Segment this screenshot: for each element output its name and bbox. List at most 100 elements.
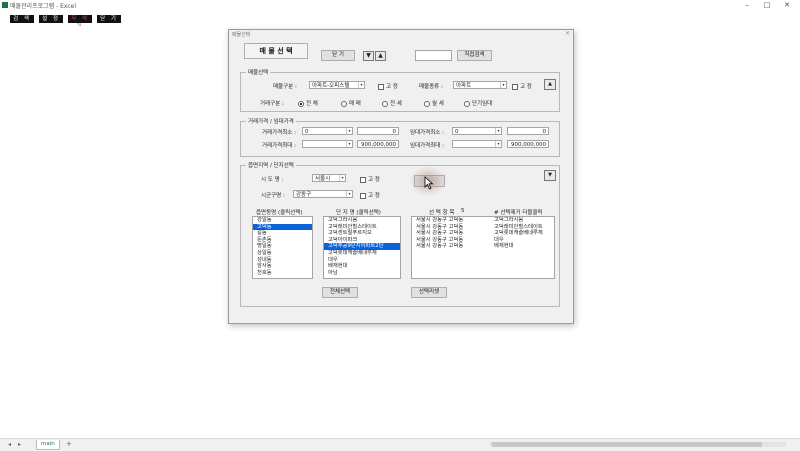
complex-header: 단 지 명 (클릭선택) — [336, 210, 381, 216]
radio-icon[interactable] — [341, 100, 347, 107]
price-max-combo[interactable]: ▾ — [302, 140, 353, 148]
checkbox-icon[interactable] — [360, 176, 366, 183]
district-fixed-checkbox[interactable]: 고 정 — [360, 191, 380, 199]
down-arrow-button[interactable]: ▼ — [363, 51, 374, 61]
city-fixed-checkbox[interactable]: 고 정 — [360, 175, 380, 183]
deal-sale-radio[interactable]: 매 매 — [341, 99, 361, 107]
deal-short-radio[interactable]: 단기임대 — [464, 99, 492, 107]
selected-row[interactable]: 서울시 강동구 고덕동 배재현대 — [412, 243, 554, 250]
deal-all-radio[interactable]: 전 체 — [298, 99, 318, 107]
close-window-icon[interactable]: ✕ — [780, 0, 794, 10]
dong-list-item[interactable]: 상일동 — [253, 250, 312, 257]
chevron-down-icon[interactable]: ▾ — [500, 82, 506, 88]
complex-list-item[interactable]: 아남 — [324, 270, 400, 277]
selected-list[interactable]: 서울시 강동구 고덕동 고덕그라시움 서울시 강동구 고덕동 고덕래미안힐스테이트 서울… — [411, 216, 555, 279]
selected-complex: 고덕롯데캐슬베네루체 — [494, 230, 543, 237]
kind-fixed-checkbox[interactable]: 고 정 — [512, 82, 532, 90]
minimize-icon[interactable]: – — [740, 0, 754, 10]
selected-complex: 고덕그라시움 — [494, 217, 524, 223]
select-all-button[interactable]: 전체선택 — [322, 287, 358, 298]
chevron-down-icon[interactable]: ▾ — [495, 128, 501, 134]
prev-sheet-icon[interactable]: ◂ — [8, 441, 11, 448]
type-fixed-checkbox[interactable]: 고 정 — [378, 82, 398, 90]
rent-max-input[interactable]: 900,000,000 — [507, 140, 549, 148]
price-min-combo[interactable]: 0 ▾ — [302, 127, 353, 135]
down-arrow-button[interactable]: ▼ — [544, 170, 556, 181]
scrollbar-thumb[interactable] — [492, 442, 762, 447]
radio-icon[interactable] — [382, 100, 388, 107]
chevron-down-icon[interactable]: ▾ — [346, 141, 352, 147]
complex-list-item[interactable]: 고덕주공9단지아파트2단 — [324, 243, 400, 250]
city-combo[interactable]: 서울시 ▾ — [312, 174, 346, 182]
complex-list-item[interactable]: 배재현대 — [324, 263, 400, 270]
next-sheet-icon[interactable]: ▸ — [18, 441, 21, 448]
dialog-close-icon[interactable]: ✕ — [565, 30, 570, 37]
radio-icon[interactable] — [424, 100, 430, 107]
deal-jeonse-radio[interactable]: 전 세 — [382, 99, 402, 107]
close-button[interactable]: 닫 기 — [321, 50, 355, 61]
checkbox-icon[interactable] — [512, 83, 518, 90]
dong-list-item[interactable]: 암사동 — [253, 263, 312, 270]
chevron-down-icon[interactable]: ▾ — [358, 82, 364, 88]
direct-search-input[interactable] — [415, 50, 452, 61]
selected-row[interactable]: 서울시 강동구 고덕동 고덕롯데캐슬베네루체 — [412, 230, 554, 237]
district-label: 시군구명 : — [261, 193, 285, 199]
radio-icon[interactable] — [464, 100, 470, 107]
up-arrow-button[interactable]: ▲ — [375, 51, 386, 61]
app-title-bar: 매물관리프로그램 - Excel – □ ✕ — [0, 0, 800, 10]
price-max-label: 거래가격최대 : — [262, 143, 296, 149]
rent-min-combo[interactable]: 0 ▾ — [452, 127, 502, 135]
dong-list-item[interactable]: 천호동 — [253, 270, 312, 277]
reset-selection-button[interactable]: 선택리셋 — [411, 287, 447, 298]
rent-max-label: 임대가격최대 : — [410, 143, 444, 149]
dong-list-item[interactable]: 강일동 — [253, 217, 312, 224]
complex-list-item[interactable]: 고덕센트럴푸르지오 — [324, 230, 400, 237]
maximize-icon[interactable]: □ — [760, 0, 774, 10]
chevron-down-icon[interactable]: ▾ — [346, 128, 352, 134]
chevron-down-icon[interactable]: ▾ — [339, 175, 345, 181]
search-toolbar-button[interactable]: 검 색 — [10, 15, 34, 23]
kind-label: 매물종류 : — [419, 84, 443, 90]
radio-icon[interactable] — [298, 100, 304, 107]
complex-list-item[interactable]: 고덕롯데캐슬베네루체 — [324, 250, 400, 257]
complex-list[interactable]: 고덕그라시움 고덕래미안힐스테이트 고덕센트럴푸르지오 고덕아이파크 고덕주공9단지아파… — [323, 216, 401, 279]
checkbox-icon[interactable] — [360, 192, 366, 199]
close-toolbar-button[interactable]: 닫 기 — [97, 15, 121, 23]
direct-search-button[interactable]: 직접검색 — [457, 50, 492, 61]
dong-list[interactable]: 강일동 고덕동 길동 둔촌동 명일동 상일동 성내동 암사동 천호동 — [252, 216, 313, 279]
dong-list-item[interactable]: 길동 — [253, 230, 312, 237]
price-min-input[interactable]: 0 — [357, 127, 399, 135]
deal-label: 거래구분 : — [260, 101, 284, 107]
mouse-cursor-icon — [424, 176, 434, 190]
price-max-input[interactable]: 900,000,000 — [357, 140, 399, 148]
city-label: 시 도 명 : — [261, 177, 284, 183]
type-combo[interactable]: 아파트-오피스텔 ▾ — [309, 81, 365, 89]
chevron-down-icon[interactable]: ▾ — [346, 191, 352, 197]
horizontal-scrollbar[interactable] — [490, 442, 786, 447]
radio-label: 전 세 — [390, 101, 402, 107]
district-combo[interactable]: 강동구 ▾ — [293, 190, 353, 198]
rent-min-input[interactable]: 0 — [507, 127, 549, 135]
deal-monthly-radio[interactable]: 월 세 — [424, 99, 444, 107]
complex-list-item[interactable]: 고덕그라시움 — [324, 217, 400, 224]
radio-label: 월 세 — [432, 101, 444, 107]
settings-toolbar-button[interactable]: 설 정 — [39, 15, 63, 23]
magnet-toolbar-button[interactable]: 자 석 관 — [68, 15, 92, 30]
sheet-tab-main[interactable]: main — [36, 440, 60, 450]
price-frame-label: 거래가격 / 임대가격 — [246, 117, 296, 125]
city-value: 서울시 — [315, 176, 331, 182]
selected-items-header: 선 택 항 목 — [429, 210, 455, 216]
kind-combo[interactable]: 아파트 ▾ — [453, 81, 507, 89]
chevron-down-icon[interactable]: ▾ — [495, 141, 501, 147]
header-label: 매 물 선 택 — [244, 43, 308, 59]
checkbox-icon[interactable] — [378, 83, 384, 90]
rent-max-combo[interactable]: ▾ — [452, 140, 502, 148]
selected-row[interactable]: 서울시 강동구 고덕동 고덕그라시움 — [412, 217, 554, 224]
radio-label: 매 매 — [349, 101, 361, 107]
selected-region: 서울시 강동구 고덕동 — [416, 243, 464, 250]
dong-list-item[interactable]: 명일동 — [253, 243, 312, 250]
excel-logo-icon — [2, 2, 8, 8]
rent-min-label: 임대가격최소 : — [410, 130, 444, 136]
add-sheet-icon[interactable]: + — [66, 440, 72, 448]
up-arrow-button[interactable]: ▲ — [544, 79, 556, 90]
